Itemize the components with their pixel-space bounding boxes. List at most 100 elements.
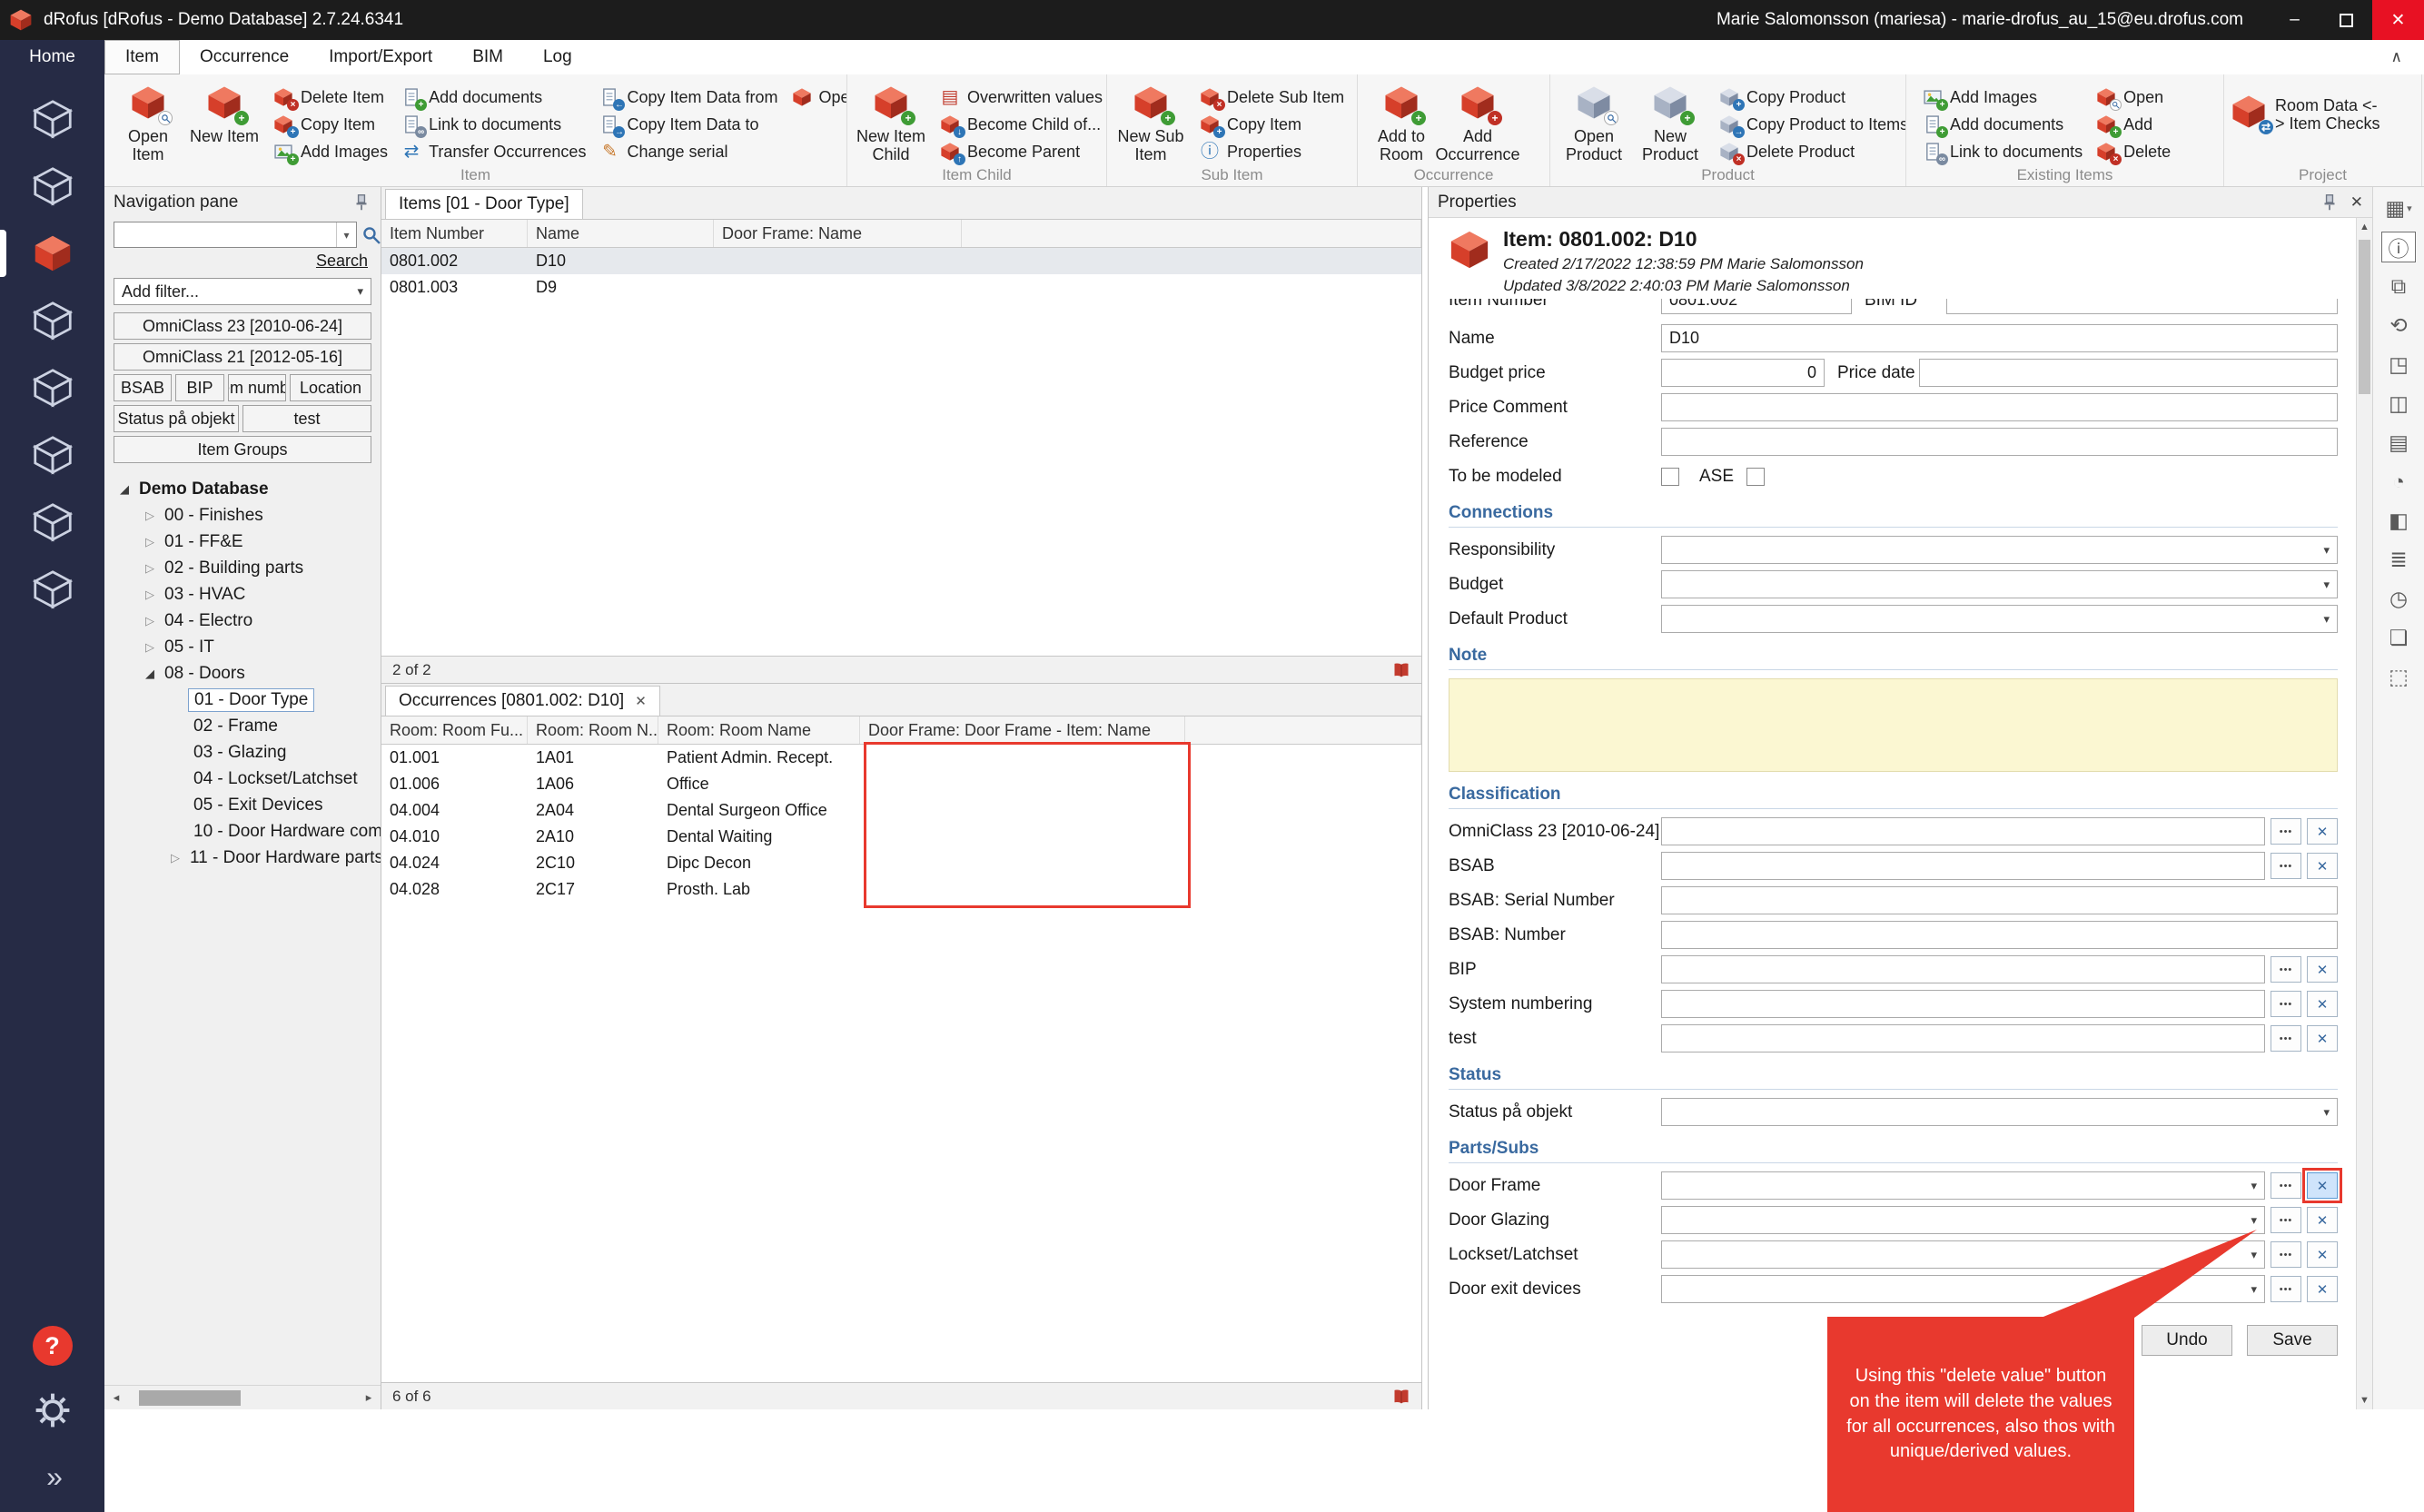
new-product-button[interactable]: + New Product xyxy=(1632,78,1708,163)
table-view-icon[interactable]: ▦▾ xyxy=(2381,193,2416,223)
delete-value-icon[interactable]: ✕ xyxy=(2307,1025,2338,1052)
info-icon[interactable]: ⓘ xyxy=(2381,232,2416,262)
tab-home[interactable]: Home xyxy=(0,40,104,74)
cell[interactable]: Dental Surgeon Office xyxy=(658,801,860,820)
item-number-field[interactable] xyxy=(1661,299,1852,314)
responsibility-dropdown[interactable]: ▾ xyxy=(1661,536,2338,564)
filter-status-pa-objekt[interactable]: Status på objekt xyxy=(114,405,239,432)
table-row[interactable]: 04.0242C10Dipc Decon xyxy=(381,850,1421,876)
cell[interactable]: 0801.003 xyxy=(381,278,528,297)
ase-checkbox[interactable] xyxy=(1746,468,1765,486)
cell[interactable]: D9 xyxy=(528,278,714,297)
pin-icon[interactable] xyxy=(2320,193,2340,212)
lookup-ellipsis-button[interactable]: ••• xyxy=(2271,1207,2301,1233)
become-child-of-button[interactable]: ↓ Become Child of... xyxy=(936,113,1105,136)
tree-collapsed-icon[interactable]: ▷ xyxy=(166,851,184,865)
tree-item[interactable]: ▷04 - Electro xyxy=(104,608,381,634)
add-filter-dropdown[interactable]: Add filter... ▾ xyxy=(114,278,371,305)
sidebar-module-room-function[interactable] xyxy=(0,153,104,220)
tab-occurrence[interactable]: Occurrence xyxy=(180,40,309,74)
delete-item-button[interactable]: × Delete Item xyxy=(270,85,391,109)
book-icon[interactable] xyxy=(1392,661,1410,679)
delete-sub-item-button[interactable]: × Delete Sub Item xyxy=(1196,85,1347,109)
column-header[interactable]: Room: Room N... xyxy=(528,716,658,744)
tab-log[interactable]: Log xyxy=(523,40,592,74)
price-comment-field[interactable] xyxy=(1661,393,2338,421)
lockset-latchset-dropdown[interactable]: ▾ xyxy=(1661,1240,2265,1269)
cell[interactable]: 04.004 xyxy=(381,801,528,820)
search-link[interactable]: Search xyxy=(104,248,381,272)
cell[interactable]: 1A06 xyxy=(528,775,658,794)
lookup-ellipsis-button[interactable]: ••• xyxy=(2271,1276,2301,1302)
tab-item[interactable]: Item xyxy=(104,40,180,74)
existing-delete-button[interactable]: × Delete xyxy=(2093,140,2173,163)
maximize-icon[interactable] xyxy=(2320,0,2372,40)
search-input[interactable] xyxy=(114,222,336,247)
filter-system-numbering[interactable]: System numbering xyxy=(228,374,286,401)
omniclass-23-field[interactable] xyxy=(1661,817,2265,845)
help-icon[interactable]: ? xyxy=(33,1326,73,1366)
delete-value-icon[interactable]: ✕ xyxy=(2307,956,2338,983)
add-images-button[interactable]: + Add Images xyxy=(270,140,391,163)
change-serial-button[interactable]: ✎ Change serial xyxy=(596,140,780,163)
door-frame-delete-value-icon[interactable]: ✕ xyxy=(2307,1172,2338,1199)
copy-sub-item-button[interactable]: + Copy Item xyxy=(1196,113,1347,136)
sidebar-module-systems[interactable] xyxy=(0,489,104,556)
tree-item[interactable]: ▷03 - HVAC xyxy=(104,581,381,608)
cell[interactable]: Office xyxy=(658,775,860,794)
panels-icon[interactable]: ◫ xyxy=(2381,388,2416,419)
tree-expanded-icon[interactable]: ◢ xyxy=(115,482,134,497)
price-date-field[interactable] xyxy=(1919,359,2338,387)
book-icon[interactable] xyxy=(1392,1388,1410,1406)
sidebar-module-documents[interactable] xyxy=(0,556,104,623)
delete-value-icon[interactable]: ✕ xyxy=(2307,1276,2338,1302)
table-row[interactable]: 0801.002 D10 xyxy=(381,248,1421,274)
table-row[interactable]: 04.0282C17Prosth. Lab xyxy=(381,876,1421,903)
tree-collapsed-icon[interactable]: ▷ xyxy=(141,614,159,628)
new-sub-item-button[interactable]: + New Sub Item xyxy=(1113,78,1189,163)
open-item-button[interactable]: Open Item xyxy=(110,78,186,163)
page-icon[interactable]: ❏ xyxy=(2381,622,2416,653)
tree-item[interactable]: ◢Demo Database xyxy=(104,476,381,502)
tree-expanded-icon[interactable]: ◢ xyxy=(141,667,159,681)
lookup-ellipsis-button[interactable]: ••• xyxy=(2271,1172,2301,1199)
scroll-down-icon[interactable]: ▼ xyxy=(2357,1391,2372,1409)
close-tab-icon[interactable]: ✕ xyxy=(635,693,647,709)
copy-item-data-from-button[interactable]: ← Copy Item Data from xyxy=(596,85,780,109)
gear-icon[interactable] xyxy=(34,1391,72,1435)
tree-item[interactable]: 04 - Lockset/Latchset xyxy=(104,766,381,792)
transfer-occurrences-button[interactable]: ⇄ Transfer Occurrences xyxy=(398,140,589,163)
cell[interactable]: 2A04 xyxy=(528,801,658,820)
delete-value-icon[interactable]: ✕ xyxy=(2307,853,2338,879)
frame-icon[interactable]: ⬚ xyxy=(2381,661,2416,692)
system-numbering-field[interactable] xyxy=(1661,990,2265,1018)
tree-collapsed-icon[interactable]: ▷ xyxy=(141,640,159,655)
bsab-field[interactable] xyxy=(1661,852,2265,880)
column-header[interactable]: Room: Room Name xyxy=(658,716,860,744)
table-row[interactable]: 01.0011A01Patient Admin. Recept. xyxy=(381,745,1421,771)
new-item-child-button[interactable]: + New Item Child xyxy=(853,78,929,163)
filter-omniclass-23[interactable]: OmniClass 23 [2010-06-24] xyxy=(114,312,371,340)
door-frame-dropdown[interactable]: ▾ xyxy=(1661,1171,2265,1200)
table-row[interactable]: 04.0042A04Dental Surgeon Office xyxy=(381,797,1421,824)
horizontal-scrollbar[interactable]: ◂ ▸ xyxy=(104,1385,381,1409)
add-occurrence-button[interactable]: + Add Occurrence xyxy=(1440,78,1516,163)
filter-test[interactable]: test xyxy=(242,405,371,432)
door-exit-devices-dropdown[interactable]: ▾ xyxy=(1661,1275,2265,1303)
undo-button[interactable]: Undo xyxy=(2142,1325,2232,1356)
tree-item[interactable]: ◢08 - Doors xyxy=(104,660,381,687)
list-icon[interactable]: ≣ xyxy=(2381,544,2416,575)
test-field[interactable] xyxy=(1661,1024,2265,1052)
tree-collapsed-icon[interactable]: ▷ xyxy=(141,509,159,523)
name-field[interactable] xyxy=(1661,324,2338,352)
status-pa-objekt-dropdown[interactable]: ▾ xyxy=(1661,1098,2338,1126)
cell[interactable]: Dental Waiting xyxy=(658,827,860,846)
scrollbar-thumb[interactable] xyxy=(2359,240,2370,394)
add-to-room-button[interactable]: + Add to Room xyxy=(1363,78,1440,163)
cell[interactable]: Prosth. Lab xyxy=(658,880,860,899)
existing-add-button[interactable]: + Add xyxy=(2093,113,2173,136)
cell[interactable]: 01.006 xyxy=(381,775,528,794)
minimize-icon[interactable]: – xyxy=(2269,0,2320,40)
table-row[interactable]: 0801.003 D9 xyxy=(381,274,1421,301)
close-icon[interactable]: ✕ xyxy=(2372,0,2424,40)
